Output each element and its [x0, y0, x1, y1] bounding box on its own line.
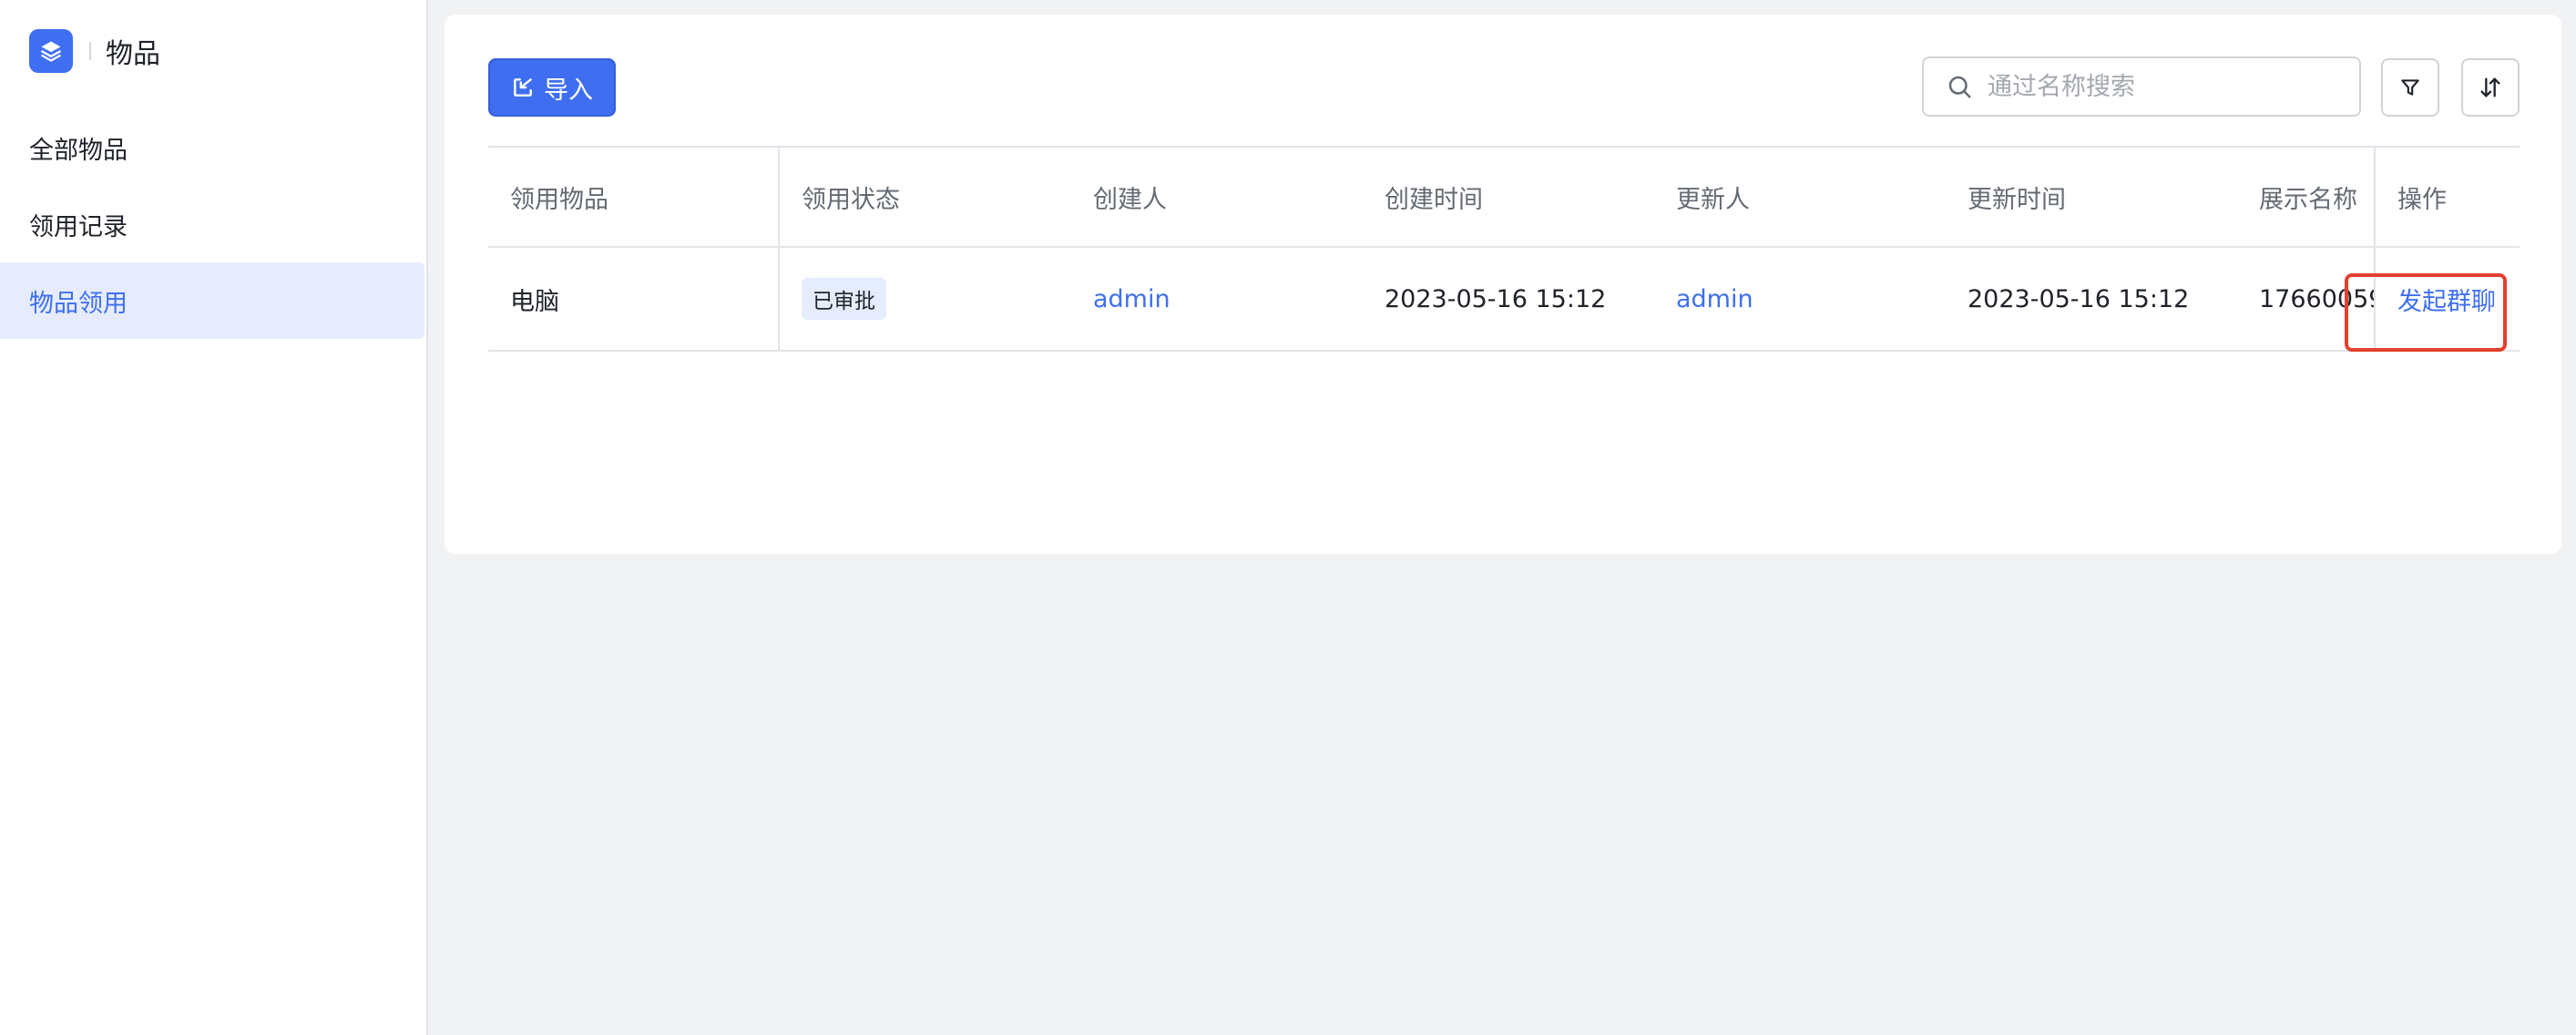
- cell-status: 已审批: [780, 248, 1071, 350]
- search-input[interactable]: [1986, 71, 2350, 102]
- sidebar-item-all-items[interactable]: 全部物品: [0, 109, 424, 186]
- layers-icon: [29, 29, 73, 73]
- table-row[interactable]: 电脑 已审批 admin 2023-05-16 15:12 admin 2023…: [488, 248, 2520, 352]
- sidebar-nav: 全部物品 领用记录 物品领用: [0, 109, 424, 339]
- app-title: 物品: [106, 38, 160, 70]
- cell-display-name: 17660059: [2259, 284, 2374, 313]
- sidebar: 物品 全部物品 领用记录 物品领用: [0, 0, 428, 1035]
- sort-button[interactable]: [2461, 58, 2520, 117]
- table-header: 领用物品 领用状态 创建人 创建时间 更新人 更新时间 展示名称 操作: [488, 146, 2520, 248]
- updater-link[interactable]: admin: [1676, 285, 1753, 313]
- sidebar-item-label: 领用记录: [29, 212, 128, 241]
- import-button-label: 导入: [544, 76, 593, 105]
- sidebar-item-item-requisition[interactable]: 物品领用: [0, 262, 424, 339]
- filter-icon: [2401, 79, 2419, 96]
- content-card: 导入 领用物品 领用状态 创建人 创建时间 更新人 更新时间 展示名称: [445, 15, 2561, 554]
- column-header[interactable]: 更新时间: [1946, 148, 2237, 246]
- cell-created-at: 2023-05-16 15:12: [1385, 284, 1607, 313]
- data-table: 领用物品 领用状态 创建人 创建时间 更新人 更新时间 展示名称 操作 电脑 已…: [488, 146, 2520, 352]
- column-header[interactable]: 更新人: [1654, 148, 1946, 246]
- column-header[interactable]: 创建人: [1071, 148, 1363, 246]
- column-header[interactable]: 领用物品: [488, 148, 780, 246]
- cell-updated-at: 2023-05-16 15:12: [1968, 284, 2190, 313]
- sort-icon: [2480, 77, 2500, 97]
- search-icon: [1948, 76, 1971, 98]
- import-button[interactable]: 导入: [488, 58, 616, 117]
- header-divider: [89, 42, 91, 60]
- app-header: 物品: [29, 29, 160, 73]
- sidebar-item-label: 物品领用: [29, 289, 128, 318]
- column-header[interactable]: 创建时间: [1363, 148, 1654, 246]
- cell-creator: admin: [1071, 248, 1363, 350]
- start-group-chat-button[interactable]: 发起群聊: [2397, 282, 2496, 317]
- search-box[interactable]: [1922, 56, 2361, 117]
- column-header[interactable]: 领用状态: [780, 148, 1071, 246]
- status-badge: 已审批: [802, 278, 886, 320]
- column-header[interactable]: 展示名称: [2237, 148, 2374, 246]
- column-header: 操作: [2374, 148, 2520, 246]
- cell-action: 发起群聊: [2374, 248, 2520, 350]
- filter-button[interactable]: [2381, 58, 2439, 117]
- sidebar-item-usage-records[interactable]: 领用记录: [0, 186, 424, 262]
- sidebar-item-label: 全部物品: [29, 136, 128, 165]
- cell-item: 电脑: [488, 248, 780, 350]
- import-icon: [514, 78, 532, 97]
- cell-updater: admin: [1654, 248, 1946, 350]
- creator-link[interactable]: admin: [1093, 285, 1170, 313]
